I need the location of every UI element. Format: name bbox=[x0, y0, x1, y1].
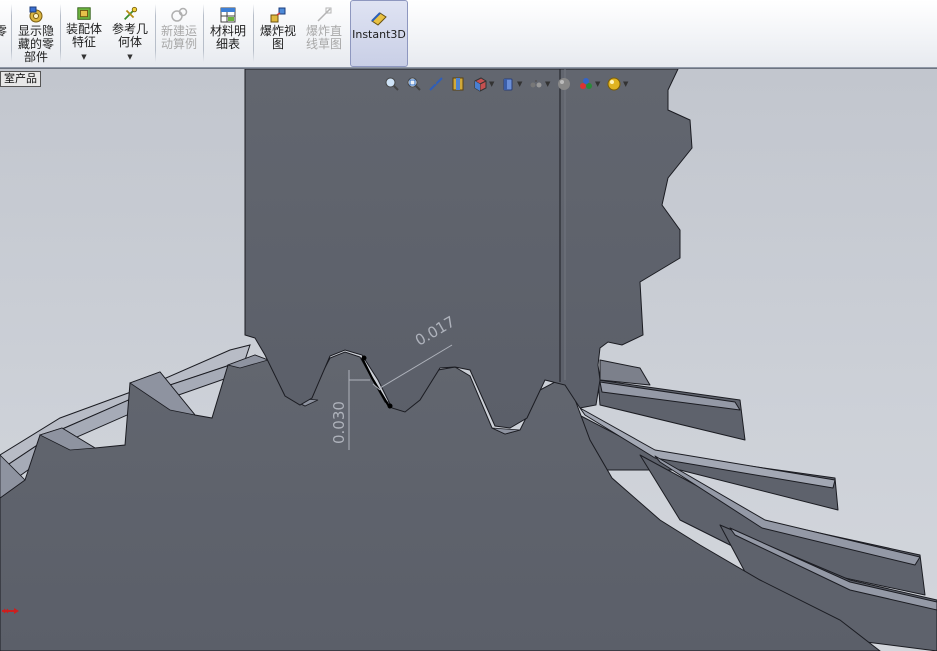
instant3d-button[interactable]: Instant3D bbox=[350, 0, 408, 67]
ribbon-item-truncated[interactable]: 零 bbox=[0, 2, 8, 64]
dropdown-arrow-icon[interactable]: ▼ bbox=[545, 80, 551, 88]
instant3d-icon bbox=[371, 12, 387, 26]
dropdown-arrow-icon[interactable]: ▼ bbox=[517, 80, 523, 88]
assembly-features-button[interactable]: 装配体 特征 ▼ bbox=[63, 2, 105, 64]
ribbon-separator bbox=[155, 4, 156, 62]
section-view-icon[interactable] bbox=[449, 75, 467, 93]
command-manager-ribbon: 零 显示隐 藏的零 部件 装配体 特征 ▼ 参考几 何体 ▼ 新建运 动算例 材… bbox=[0, 0, 937, 68]
display-style-icon[interactable] bbox=[499, 75, 517, 93]
explode-line-sketch-icon bbox=[317, 7, 332, 22]
zoom-to-fit-icon[interactable] bbox=[383, 75, 401, 93]
bill-of-materials-button[interactable]: 材料明 细表 bbox=[206, 2, 250, 64]
ribbon-separator bbox=[60, 4, 61, 62]
dimension-label-vertical[interactable]: 0.030 bbox=[330, 401, 348, 444]
reference-geometry-button[interactable]: 参考几 何体 ▼ bbox=[108, 2, 152, 64]
ribbon-separator bbox=[203, 4, 204, 62]
reference-geometry-icon bbox=[124, 6, 138, 20]
heads-up-view-toolbar: ▼ ▼ ▼ ▼ ▼ bbox=[383, 74, 629, 94]
show-hidden-components-icon bbox=[29, 6, 43, 23]
feature-tree-tab[interactable]: 室产品 bbox=[0, 71, 41, 87]
coordinate-triad-icon bbox=[2, 608, 19, 614]
dropdown-arrow-icon[interactable]: ▼ bbox=[81, 51, 86, 64]
graphics-viewport[interactable]: 0.017 0.030 室产品 ▼ ▼ ▼ ▼ ▼ bbox=[0, 69, 937, 651]
assembly-features-icon bbox=[77, 7, 91, 20]
show-hidden-components-button[interactable]: 显示隐 藏的零 部件 bbox=[14, 2, 58, 64]
dropdown-arrow-icon[interactable]: ▼ bbox=[489, 80, 495, 88]
new-motion-study-icon bbox=[171, 7, 188, 22]
gear-assembly-model[interactable] bbox=[0, 69, 937, 651]
new-motion-study-button[interactable]: 新建运 动算例 bbox=[158, 2, 200, 64]
hide-show-items-icon[interactable] bbox=[527, 75, 545, 93]
explode-line-sketch-button[interactable]: 爆炸直 线草图 bbox=[302, 2, 346, 64]
edit-appearance-icon[interactable] bbox=[555, 75, 573, 93]
previous-view-icon[interactable] bbox=[427, 75, 445, 93]
selected-vertex bbox=[387, 403, 393, 409]
selected-vertex bbox=[361, 355, 367, 361]
ribbon-separator bbox=[11, 4, 12, 62]
dropdown-arrow-icon[interactable]: ▼ bbox=[127, 51, 132, 64]
dropdown-arrow-icon[interactable]: ▼ bbox=[595, 80, 601, 88]
zoom-to-area-icon[interactable] bbox=[405, 75, 423, 93]
view-settings-icon[interactable] bbox=[605, 75, 623, 93]
large-gear-body bbox=[0, 351, 881, 651]
apply-scene-icon[interactable] bbox=[577, 75, 595, 93]
exploded-view-icon bbox=[270, 7, 286, 23]
bill-of-materials-icon bbox=[220, 7, 236, 23]
view-orientation-icon[interactable] bbox=[471, 75, 489, 93]
dropdown-arrow-icon[interactable]: ▼ bbox=[623, 80, 629, 88]
ribbon-separator bbox=[253, 4, 254, 62]
exploded-view-button[interactable]: 爆炸视 图 bbox=[256, 2, 300, 64]
